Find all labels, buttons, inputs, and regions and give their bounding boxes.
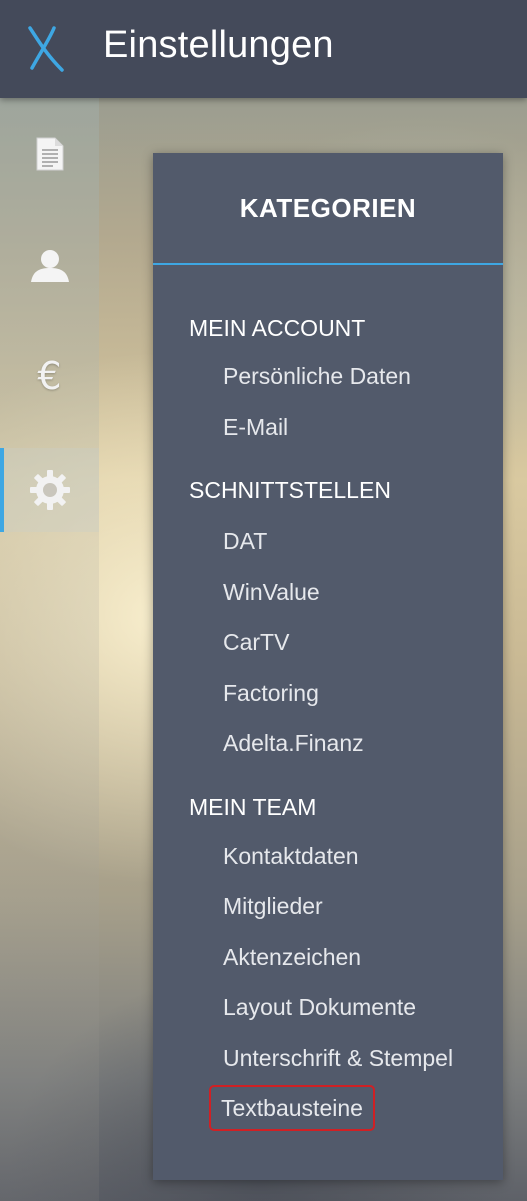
euro-icon: € <box>37 354 62 398</box>
panel-header: KATEGORIEN <box>153 153 503 265</box>
category-list: MEIN ACCOUNT Persönliche Daten E-Mail SC… <box>153 265 503 1134</box>
section-title: MEIN ACCOUNT <box>189 315 366 341</box>
category-section-account: MEIN ACCOUNT Persönliche Daten E-Mail <box>153 313 503 452</box>
section-title: MEIN TEAM <box>189 793 317 820</box>
sidebar-item-contacts[interactable] <box>0 224 99 308</box>
x-logo-icon[interactable] <box>24 24 68 74</box>
sidebar-item-billing[interactable]: € <box>0 334 99 418</box>
category-item-cartv[interactable]: CarTV <box>223 617 503 668</box>
category-item-signature-stamp[interactable]: Unterschrift & Stempel <box>223 1033 503 1084</box>
category-item-text-blocks[interactable]: Textbausteine <box>209 1083 503 1134</box>
category-item-winvalue[interactable]: WinValue <box>223 567 503 618</box>
category-item-contact-data[interactable]: Kontaktdaten <box>223 831 503 882</box>
sidebar: € <box>0 98 99 1201</box>
category-item-layout-documents[interactable]: Layout Dokumente <box>223 982 503 1033</box>
top-bar: Einstellungen <box>0 0 527 98</box>
section-title: SCHNITTSTELLEN <box>189 477 391 503</box>
page-title: Einstellungen <box>103 24 334 66</box>
document-icon <box>36 137 63 171</box>
category-section-team: MEIN TEAM Kontaktdaten Mitglieder Aktenz… <box>153 792 503 1134</box>
category-item-factoring[interactable]: Factoring <box>223 668 503 719</box>
category-item-adelta-finanz[interactable]: Adelta.Finanz <box>223 718 503 769</box>
categories-panel: KATEGORIEN MEIN ACCOUNT Persönliche Date… <box>153 153 503 1180</box>
category-item-personal-data[interactable]: Persönliche Daten <box>223 351 503 402</box>
category-item-file-numbers[interactable]: Aktenzeichen <box>223 932 503 983</box>
user-icon <box>30 250 69 282</box>
highlighted-item[interactable]: Textbausteine <box>209 1085 375 1131</box>
sidebar-item-documents[interactable] <box>0 112 99 196</box>
gear-icon <box>29 470 70 510</box>
category-item-email[interactable]: E-Mail <box>223 402 503 453</box>
sidebar-item-settings[interactable] <box>0 448 99 532</box>
category-item-dat[interactable]: DAT <box>223 516 503 567</box>
panel-title: KATEGORIEN <box>239 192 417 223</box>
category-section-interfaces: SCHNITTSTELLEN DAT WinValue CarTV Factor… <box>153 475 503 769</box>
category-item-members[interactable]: Mitglieder <box>223 881 503 932</box>
